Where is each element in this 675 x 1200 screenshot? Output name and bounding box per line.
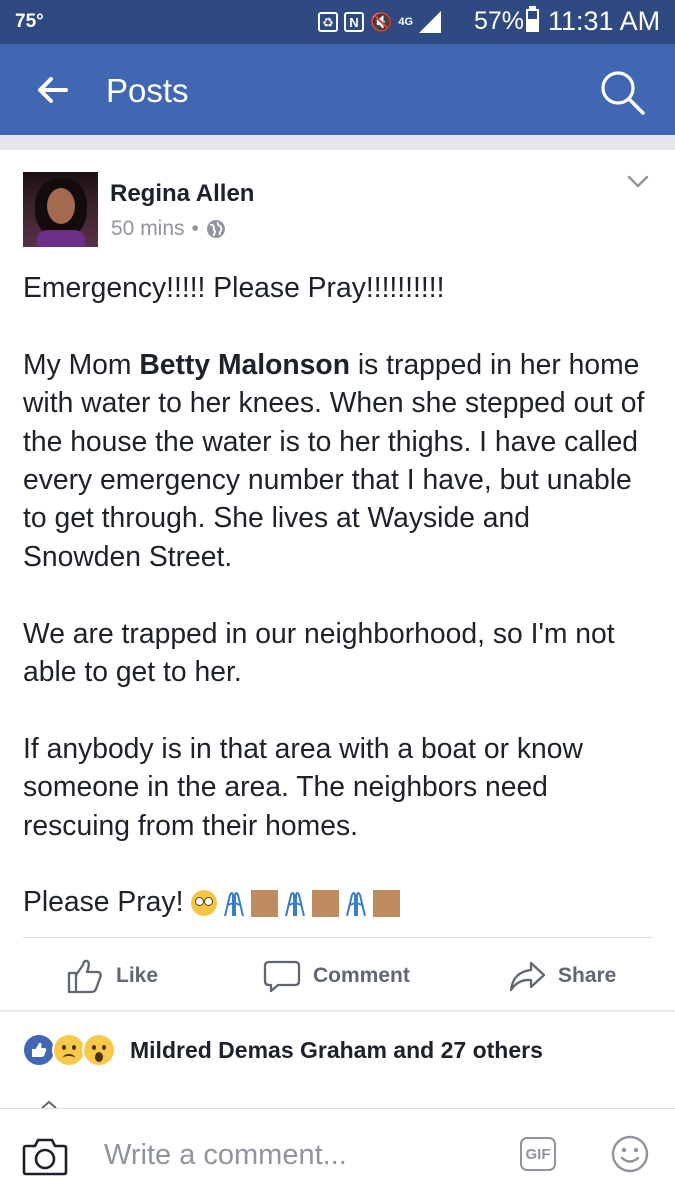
sad-reaction-icon	[52, 1033, 86, 1067]
share-icon	[509, 961, 546, 992]
mute-icon: 🔇	[370, 12, 393, 32]
mentioned-name: Betty Malonson	[139, 347, 350, 380]
nfc-icon: N	[344, 12, 364, 32]
reactions-text: Mildred Demas Graham and 27 others	[130, 1036, 543, 1063]
avatar[interactable]	[23, 172, 98, 247]
comment-label: Comment	[313, 964, 410, 987]
comment-bar: GIF	[0, 1109, 675, 1200]
post-paragraph: We are trapped in our neighborhood, so I…	[23, 614, 653, 691]
post-paragraph: My Mom Betty Malonson is trapped in her …	[23, 345, 653, 575]
post-paragraph: Please Pray!	[23, 882, 653, 920]
chevron-down-icon[interactable]	[626, 174, 650, 190]
thumbs-up-icon	[67, 959, 102, 994]
paragraph-text: Emergency!!!!! Please Pray!!!!!!!!!!	[23, 271, 445, 303]
flushed-face-icon	[191, 890, 218, 917]
skin-tone-icon	[312, 889, 340, 917]
post-actions: Like Comment Share	[0, 948, 675, 1004]
status-bar: 75° ♻ N 🔇 4G 57% 11:31 AM	[0, 0, 675, 44]
like-button[interactable]: Like	[66, 948, 158, 1004]
camera-icon[interactable]	[22, 1136, 68, 1176]
battery-percent: 57%	[474, 7, 525, 35]
smiley-icon[interactable]	[611, 1135, 649, 1173]
post-paragraph: If anybody is in that area with a boat o…	[23, 729, 653, 844]
comment-button[interactable]: Comment	[263, 948, 410, 1004]
search-icon[interactable]	[598, 68, 646, 116]
battery-icon	[526, 9, 539, 32]
like-reaction-icon	[22, 1033, 56, 1067]
share-button[interactable]: Share	[508, 948, 616, 1004]
paragraph-text: My Mom	[23, 347, 140, 380]
battery-fill	[528, 19, 537, 30]
folded-hands-icon	[224, 892, 245, 917]
paragraph-text: We are trapped in our neighborhood, so I…	[23, 616, 615, 688]
clock: 11:31 AM	[548, 6, 661, 36]
globe-icon	[206, 220, 225, 238]
gif-button[interactable]: GIF	[520, 1137, 556, 1171]
actions-divider	[23, 937, 653, 938]
status-icons: ♻ N 🔇 4G	[318, 9, 442, 35]
wow-reaction-icon	[82, 1033, 116, 1067]
comment-icon	[263, 960, 301, 993]
folded-hands-icon	[285, 892, 306, 917]
back-arrow-icon[interactable]	[36, 74, 68, 106]
avatar-face	[47, 188, 75, 224]
post-meta: 50 mins •	[111, 217, 226, 241]
paragraph-text: If anybody is in that area with a boat o…	[23, 731, 583, 841]
screenshot-icon: ♻	[318, 12, 338, 32]
reactions-summary[interactable]: Mildred Demas Graham and 27 others	[22, 1033, 543, 1067]
page-title: Posts	[106, 72, 189, 109]
meta-separator: •	[191, 217, 199, 240]
like-label: Like	[116, 964, 159, 987]
post-time[interactable]: 50 mins	[111, 217, 185, 241]
emoji-row	[191, 889, 401, 917]
post-paragraph: Emergency!!!!! Please Pray!!!!!!!!!!	[23, 268, 653, 306]
signal-icon	[419, 11, 442, 33]
avatar-clothing	[37, 230, 85, 247]
temperature-text: 75°	[15, 11, 44, 32]
header-separator	[0, 135, 675, 150]
skin-tone-icon	[251, 889, 279, 917]
skin-tone-icon	[373, 889, 401, 917]
author-name[interactable]: Regina Allen	[110, 180, 254, 208]
share-label: Share	[558, 964, 617, 987]
paragraph-text: Please Pray!	[23, 885, 184, 918]
reactions-separator	[0, 1010, 675, 1012]
paragraph-text: is trapped in her home with water to her…	[23, 347, 645, 572]
comment-input[interactable]	[104, 1133, 484, 1177]
app-bar: Posts	[0, 44, 675, 135]
post-text: Emergency!!!!! Please Pray!!!!!!!!!! My …	[23, 268, 653, 921]
folded-hands-icon	[346, 892, 367, 917]
data-4g-icon: 4G	[398, 16, 414, 28]
